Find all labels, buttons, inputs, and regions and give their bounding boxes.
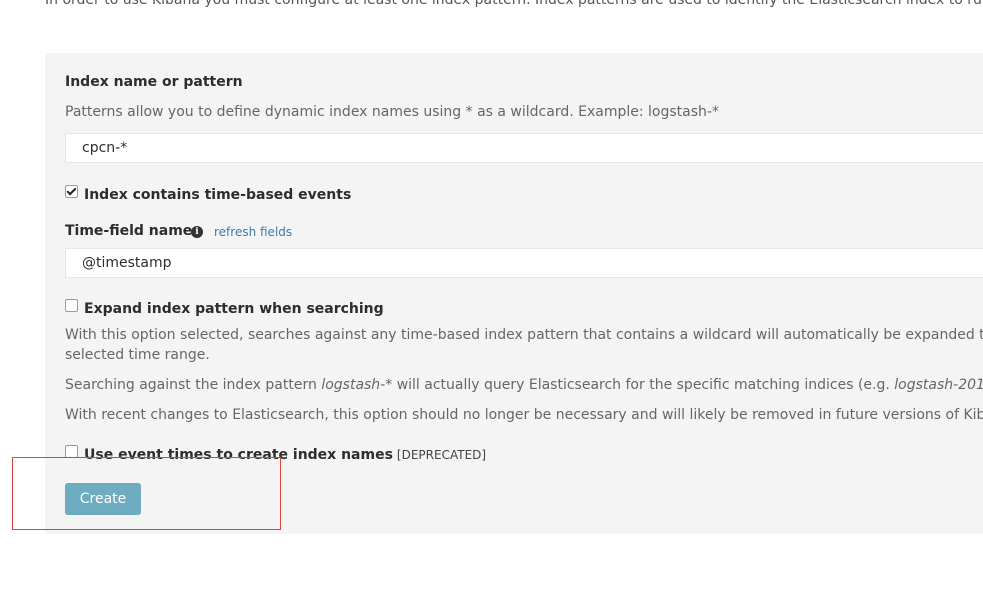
deprecated-badge: [DEPRECATED] bbox=[396, 448, 487, 462]
time-based-checkbox[interactable] bbox=[65, 185, 78, 198]
expand-help-2-prefix: Searching against the index pattern bbox=[65, 377, 322, 393]
expand-help-1: With this option selected, searches agai… bbox=[65, 327, 983, 343]
time-field-select[interactable]: @timestamp bbox=[65, 248, 983, 278]
time-field-label: Time-field name bbox=[65, 223, 193, 239]
expand-label: Expand index pattern when searching bbox=[84, 301, 384, 317]
time-based-row: Index contains time-based events bbox=[65, 184, 351, 203]
expand-checkbox[interactable] bbox=[65, 299, 78, 312]
highlight-annotation bbox=[12, 457, 281, 530]
index-pattern-help: Patterns allow you to define dynamic ind… bbox=[65, 104, 719, 120]
intro-text: In order to use Kibana you must configur… bbox=[45, 0, 983, 8]
refresh-fields-link[interactable]: refresh fields bbox=[214, 225, 292, 239]
expand-help-2-example: logstash-2015.12.2 bbox=[894, 377, 983, 393]
index-pattern-label: Index name or pattern bbox=[65, 74, 243, 90]
expand-help-2: Searching against the index pattern logs… bbox=[65, 375, 983, 395]
time-based-label: Index contains time-based events bbox=[84, 187, 352, 203]
info-icon[interactable]: i bbox=[191, 226, 203, 238]
expand-help-2-pattern: logstash-* bbox=[321, 377, 393, 393]
expand-row: Expand index pattern when searching bbox=[65, 298, 384, 317]
expand-help-2-middle: will actually query Elasticsearch for th… bbox=[392, 377, 895, 393]
expand-help-3: With recent changes to Elasticsearch, th… bbox=[65, 407, 983, 423]
expand-help-1-line2: selected time range. bbox=[65, 347, 210, 363]
index-pattern-input[interactable]: cpcn-* bbox=[65, 133, 983, 163]
